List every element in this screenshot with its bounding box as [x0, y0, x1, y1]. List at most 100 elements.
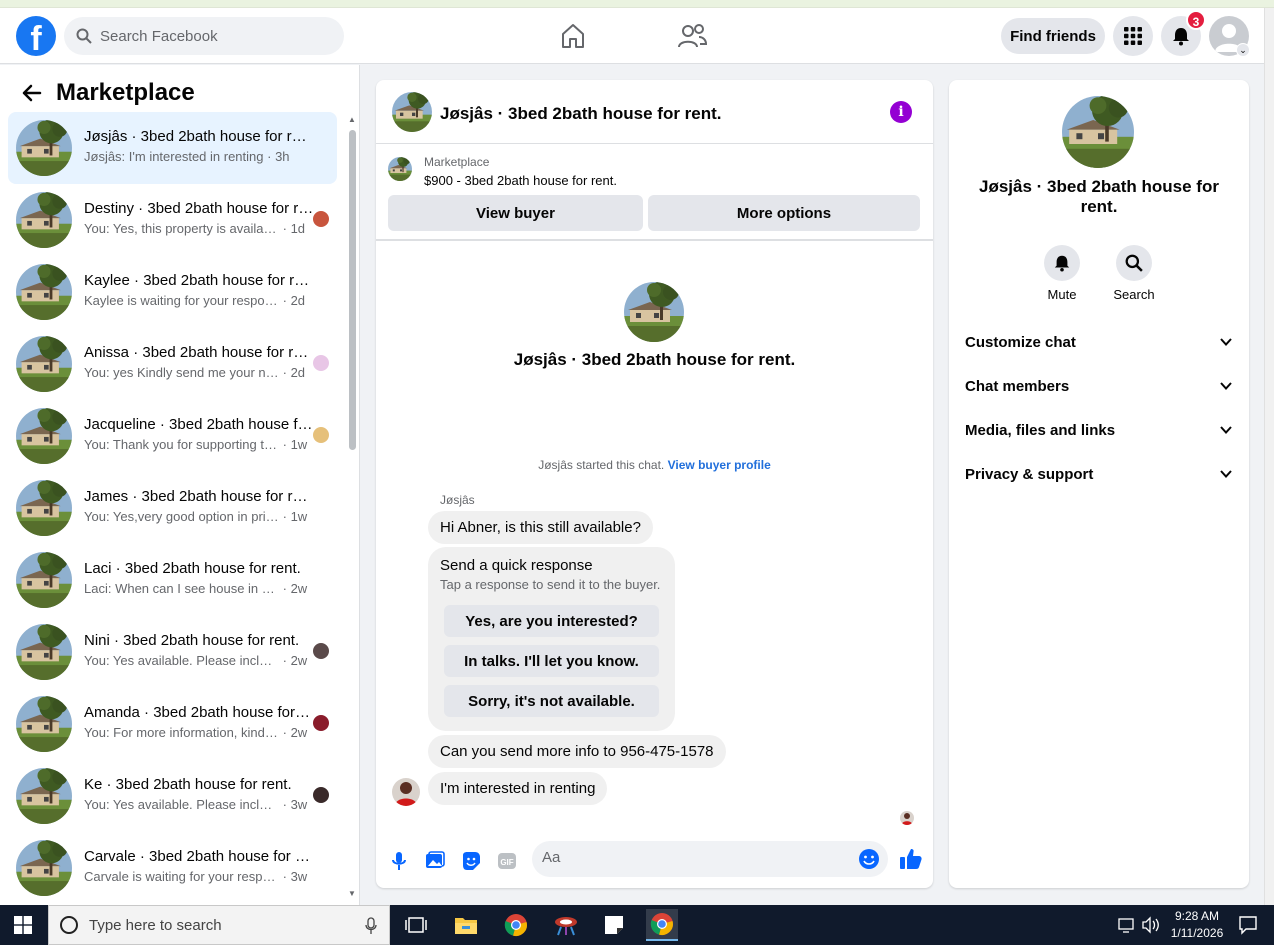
conversation-item[interactable]: Laci · 3bed 2bath house for rent. Laci: W… — [8, 544, 337, 616]
search-icon — [1125, 254, 1143, 272]
mute-button[interactable] — [1044, 245, 1080, 281]
conversation-item[interactable]: Destiny · 3bed 2bath house for rent. You:… — [8, 184, 337, 256]
network-app-icon[interactable] — [550, 909, 582, 941]
find-friends-button[interactable]: Find friends — [1001, 18, 1105, 54]
message-input[interactable] — [542, 849, 842, 866]
listing-large-thumbnail[interactable] — [1062, 96, 1134, 168]
conversation-item[interactable]: Nini · 3bed 2bath house for rent. You: Ye… — [8, 616, 337, 688]
chat-header: Jøsjâs · 3bed 2bath house for rent. i — [376, 80, 933, 144]
conversation-item[interactable]: Carvale · 3bed 2bath house for rent. Carv… — [8, 832, 337, 904]
listing-thumbnail[interactable] — [392, 92, 432, 132]
back-arrow-icon[interactable] — [20, 81, 44, 105]
view-buyer-profile-link[interactable]: View buyer profile — [668, 458, 771, 472]
conversation-time: 2w — [290, 653, 308, 668]
listing-price[interactable]: $900 - 3bed 2bath house for rent. — [424, 173, 617, 188]
gif-icon[interactable]: GIF — [496, 850, 518, 872]
conversation-time: 2w — [290, 581, 308, 596]
windows-start-icon[interactable] — [14, 916, 32, 934]
buyer-avatar[interactable] — [392, 778, 420, 806]
preview-text: Jøsjâs: I'm interested in renting — [84, 149, 264, 164]
microphone-icon[interactable] — [388, 850, 410, 872]
chevron-down-icon — [1220, 470, 1232, 478]
conversation-item[interactable]: Amanda · 3bed 2bath house for rent. You: … — [8, 688, 337, 760]
task-view-icon[interactable] — [400, 909, 432, 941]
conversation-item[interactable]: Anissa · 3bed 2bath house for rent. You: … — [8, 328, 337, 400]
file-explorer-icon[interactable] — [450, 909, 482, 941]
scroll-down-arrow-icon[interactable]: ▼ — [348, 889, 356, 898]
scrollbar-thumb[interactable] — [349, 130, 356, 450]
conversation-time: 1w — [290, 437, 308, 452]
microphone-icon[interactable] — [365, 917, 377, 935]
thumbs-up-icon[interactable] — [899, 847, 923, 871]
conversation-time: 1d — [290, 221, 306, 236]
quick-response-option[interactable]: Yes, are you interested? — [444, 605, 659, 637]
seen-avatar — [313, 643, 329, 659]
house-photo — [16, 120, 72, 176]
separator: · — [263, 149, 276, 164]
sticky-notes-icon[interactable] — [598, 909, 630, 941]
listing-source: Marketplace — [424, 155, 490, 169]
conversation-time: 3w — [290, 797, 308, 812]
listing-intro-title: Jøsjâs · 3bed 2bath house for rent. — [513, 350, 796, 369]
conversation-item[interactable]: James · 3bed 2bath house for rent. You: Y… — [8, 472, 337, 544]
taskbar-search-input[interactable] — [89, 916, 349, 934]
seen-avatar — [313, 715, 329, 731]
conversation-title: James · 3bed 2bath house for rent. — [84, 488, 314, 505]
search-in-chat-button[interactable] — [1116, 245, 1152, 281]
chevron-down-icon[interactable]: ⌄ — [1236, 43, 1250, 57]
conversation-item[interactable]: Jacqueline · 3bed 2bath house for rent. Y… — [8, 400, 337, 472]
search-action[interactable]: Search — [1104, 245, 1164, 302]
conversation-item[interactable]: Jøsjâs · 3bed 2bath house for rent. Jøsjâ… — [8, 112, 337, 184]
sticker-icon[interactable] — [460, 850, 482, 872]
chrome-active-icon[interactable] — [646, 909, 678, 941]
mute-action[interactable]: Mute — [1032, 245, 1092, 302]
quick-response-option[interactable]: Sorry, it's not available. — [444, 685, 659, 717]
separator: · — [279, 869, 291, 884]
photo-icon[interactable] — [424, 850, 446, 872]
system-clock[interactable]: 9:28 AM 1/11/2026 — [1162, 908, 1232, 942]
quick-response-subtitle: Tap a response to send it to the buyer. — [440, 577, 661, 592]
conversation-item[interactable]: Ke · 3bed 2bath house for rent. You: Yes … — [8, 760, 337, 832]
seen-avatar — [313, 427, 329, 443]
section-label: Chat members — [965, 377, 1070, 395]
chat-title[interactable]: Jøsjâs · 3bed 2bath house for rent. — [440, 104, 722, 124]
customize-chat-section[interactable]: Customize chat — [965, 320, 1233, 364]
quick-response-option[interactable]: In talks. I'll let you know. — [444, 645, 659, 677]
taskbar-search-box[interactable] — [48, 905, 390, 945]
preview-text: You: Yes available. Please include your — [84, 797, 279, 812]
action-center-icon[interactable] — [1238, 915, 1258, 935]
search-label: Search — [1113, 287, 1155, 302]
message-input-box[interactable] — [532, 841, 888, 877]
listing-small-thumbnail[interactable] — [388, 157, 412, 181]
chat-members-section[interactable]: Chat members — [965, 364, 1233, 408]
friends-icon[interactable] — [677, 22, 707, 50]
list-scrollbar[interactable]: ▲ ▼ — [347, 115, 357, 905]
info-icon[interactable]: i — [890, 101, 912, 123]
house-photo — [624, 282, 684, 342]
message-bubble: I'm interested in renting — [428, 772, 608, 805]
scroll-up-arrow-icon[interactable]: ▲ — [348, 115, 356, 124]
system-tray-icons[interactable] — [1115, 915, 1165, 935]
more-options-button[interactable]: More options — [648, 195, 920, 231]
search-box[interactable] — [64, 17, 344, 55]
conversation-title: Ke · 3bed 2bath house for rent. — [84, 776, 292, 793]
preview-text: You: Yes, this property is available. — [84, 221, 279, 236]
conversation-title: Jacqueline · 3bed 2bath house for rent. — [84, 416, 314, 433]
search-input[interactable] — [100, 27, 320, 45]
house-photo — [16, 336, 72, 392]
view-buyer-button[interactable]: View buyer — [388, 195, 643, 231]
facebook-logo[interactable]: f — [16, 16, 56, 56]
menu-button[interactable] — [1113, 16, 1153, 56]
conversation-item[interactable]: Kaylee · 3bed 2bath house for rent. Kayle… — [8, 256, 337, 328]
home-icon[interactable] — [558, 22, 588, 50]
chrome-icon[interactable] — [500, 909, 532, 941]
conversation-preview: You: yes Kindly send me your number · 2d — [84, 365, 319, 380]
grid-menu-icon — [1124, 27, 1142, 45]
separator: · — [279, 581, 291, 596]
listing-thumbnail — [16, 120, 72, 176]
emoji-icon[interactable] — [858, 848, 880, 870]
privacy-support-section[interactable]: Privacy & support — [965, 452, 1233, 496]
media-files-links-section[interactable]: Media, files and links — [965, 408, 1233, 452]
listing-thumbnail — [16, 264, 72, 320]
browser-scrollbar[interactable] — [1264, 8, 1274, 905]
